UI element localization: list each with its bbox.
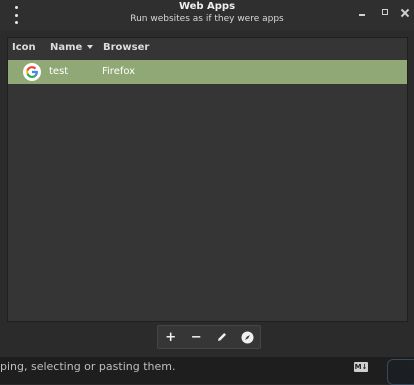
compass-icon bbox=[241, 331, 254, 343]
webapps-list: Icon Name Browser test Firefox bbox=[7, 37, 408, 322]
window-title: Web Apps bbox=[178, 1, 236, 12]
column-header-icon[interactable]: Icon bbox=[12, 42, 36, 53]
edit-button[interactable] bbox=[209, 326, 235, 348]
pencil-icon bbox=[217, 333, 226, 341]
remove-button[interactable]: − bbox=[184, 326, 210, 348]
column-header-browser[interactable]: Browser bbox=[103, 42, 149, 53]
title-bar: Web Apps Run websites as if they were ap… bbox=[0, 0, 414, 30]
close-button[interactable] bbox=[399, 6, 413, 20]
action-button-group: + − bbox=[157, 325, 261, 349]
add-button[interactable]: + bbox=[158, 326, 184, 348]
maximize-button[interactable] bbox=[379, 6, 393, 20]
background-window: ping, selecting or pasting them. M↓ bbox=[0, 357, 414, 384]
google-g-icon bbox=[23, 63, 41, 81]
webapp-name: test bbox=[49, 66, 69, 77]
list-header: Icon Name Browser bbox=[8, 38, 407, 61]
minimize-button[interactable] bbox=[356, 6, 370, 20]
background-text: ping, selecting or pasting them. bbox=[0, 360, 176, 373]
column-header-name-label: Name bbox=[50, 42, 83, 53]
column-header-name[interactable]: Name bbox=[50, 42, 94, 53]
action-toolbar: + − bbox=[7, 322, 408, 352]
background-corner-button[interactable] bbox=[387, 359, 414, 385]
table-row[interactable]: test Firefox bbox=[8, 60, 407, 84]
markdown-badge: M↓ bbox=[354, 362, 368, 372]
webapp-browser: Firefox bbox=[102, 66, 136, 77]
sort-descending-icon bbox=[87, 45, 94, 49]
window-subtitle: Run websites as if they were apps bbox=[130, 14, 284, 24]
launch-button[interactable] bbox=[235, 326, 261, 348]
